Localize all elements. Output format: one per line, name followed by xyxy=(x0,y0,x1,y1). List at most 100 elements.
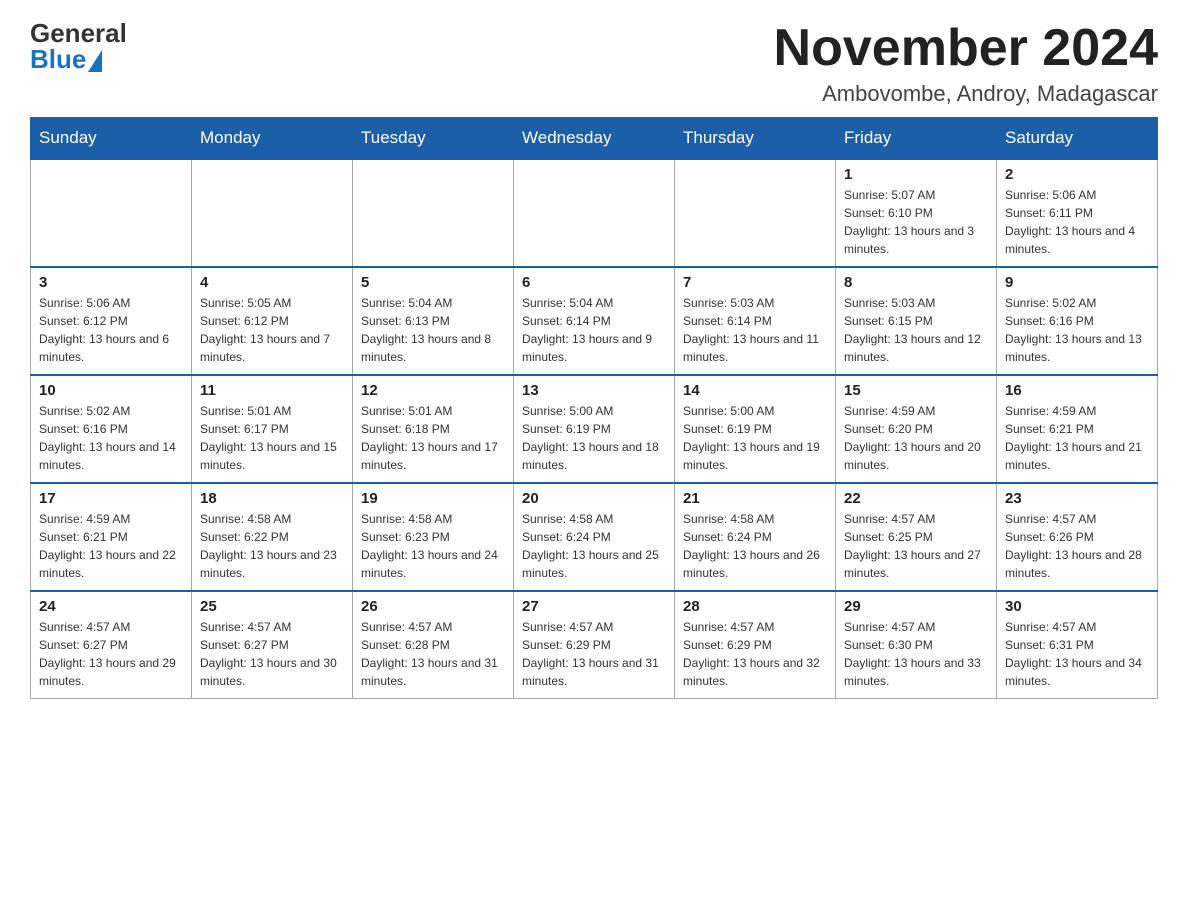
day-info: Sunrise: 5:06 AM Sunset: 6:12 PM Dayligh… xyxy=(39,294,183,366)
calendar-cell: 11Sunrise: 5:01 AM Sunset: 6:17 PM Dayli… xyxy=(192,375,353,483)
calendar-cell: 6Sunrise: 5:04 AM Sunset: 6:14 PM Daylig… xyxy=(514,267,675,375)
col-thursday: Thursday xyxy=(675,118,836,160)
day-info: Sunrise: 5:00 AM Sunset: 6:19 PM Dayligh… xyxy=(522,402,666,474)
day-number: 6 xyxy=(522,274,666,291)
day-number: 28 xyxy=(683,598,827,615)
day-number: 26 xyxy=(361,598,505,615)
day-number: 12 xyxy=(361,382,505,399)
day-info: Sunrise: 4:57 AM Sunset: 6:29 PM Dayligh… xyxy=(683,618,827,690)
calendar-cell: 17 Sunrise: 4:59 AM Sunset: 6:21 PM Dayli… xyxy=(31,483,192,591)
calendar-cell: 13Sunrise: 5:00 AM Sunset: 6:19 PM Dayli… xyxy=(514,375,675,483)
calendar-cell: 16Sunrise: 4:59 AM Sunset: 6:21 PM Dayli… xyxy=(997,375,1158,483)
day-number: 19 xyxy=(361,490,505,507)
day-number: 3 xyxy=(39,274,183,291)
calendar-cell: 18Sunrise: 4:58 AM Sunset: 6:22 PM Dayli… xyxy=(192,483,353,591)
day-info: Sunrise: 4:59 AM Sunset: 6:21 PM Dayligh… xyxy=(39,510,183,582)
day-info: Sunrise: 4:59 AM Sunset: 6:20 PM Dayligh… xyxy=(844,402,988,474)
day-number: 2 xyxy=(1005,166,1149,183)
calendar-week-4: 17 Sunrise: 4:59 AM Sunset: 6:21 PM Dayli… xyxy=(31,483,1158,591)
day-number: 16 xyxy=(1005,382,1149,399)
day-info: Sunrise: 4:58 AM Sunset: 6:24 PM Dayligh… xyxy=(683,510,827,582)
calendar-cell: 3 Sunrise: 5:06 AM Sunset: 6:12 PM Daylig… xyxy=(31,267,192,375)
calendar-cell: 1 Sunrise: 5:07 AM Sunset: 6:10 PM Daylig… xyxy=(836,159,997,267)
day-number: 25 xyxy=(200,598,344,615)
calendar-cell: 21 Sunrise: 4:58 AM Sunset: 6:24 PM Dayli… xyxy=(675,483,836,591)
calendar-cell: 7 Sunrise: 5:03 AM Sunset: 6:14 PM Daylig… xyxy=(675,267,836,375)
day-info: Sunrise: 4:57 AM Sunset: 6:27 PM Dayligh… xyxy=(200,618,344,690)
page-header: General Blue November 2024 Ambovombe, An… xyxy=(30,20,1158,107)
calendar-week-1: 1 Sunrise: 5:07 AM Sunset: 6:10 PM Daylig… xyxy=(31,159,1158,267)
calendar-cell: 12 Sunrise: 5:01 AM Sunset: 6:18 PM Dayli… xyxy=(353,375,514,483)
day-info: Sunrise: 5:03 AM Sunset: 6:14 PM Dayligh… xyxy=(683,294,827,366)
month-title: November 2024 xyxy=(774,20,1158,77)
calendar-cell: 22Sunrise: 4:57 AM Sunset: 6:25 PM Dayli… xyxy=(836,483,997,591)
day-number: 22 xyxy=(844,490,988,507)
title-area: November 2024 Ambovombe, Androy, Madagas… xyxy=(774,20,1158,107)
calendar-cell: 25 Sunrise: 4:57 AM Sunset: 6:27 PM Dayli… xyxy=(192,591,353,699)
calendar-cell xyxy=(353,159,514,267)
day-number: 8 xyxy=(844,274,988,291)
calendar-cell: 20 Sunrise: 4:58 AM Sunset: 6:24 PM Dayli… xyxy=(514,483,675,591)
day-number: 7 xyxy=(683,274,827,291)
logo: General Blue xyxy=(30,20,127,72)
day-info: Sunrise: 4:57 AM Sunset: 6:30 PM Dayligh… xyxy=(844,618,988,690)
calendar-week-2: 3 Sunrise: 5:06 AM Sunset: 6:12 PM Daylig… xyxy=(31,267,1158,375)
day-number: 24 xyxy=(39,598,183,615)
col-tuesday: Tuesday xyxy=(353,118,514,160)
day-number: 9 xyxy=(1005,274,1149,291)
calendar-header-row: Sunday Monday Tuesday Wednesday Thursday… xyxy=(31,118,1158,160)
day-number: 14 xyxy=(683,382,827,399)
calendar-cell: 29 Sunrise: 4:57 AM Sunset: 6:30 PM Dayli… xyxy=(836,591,997,699)
calendar-cell: 9 Sunrise: 5:02 AM Sunset: 6:16 PM Daylig… xyxy=(997,267,1158,375)
day-info: Sunrise: 5:07 AM Sunset: 6:10 PM Dayligh… xyxy=(844,186,988,258)
day-number: 29 xyxy=(844,598,988,615)
col-sunday: Sunday xyxy=(31,118,192,160)
day-number: 1 xyxy=(844,166,988,183)
day-info: Sunrise: 4:57 AM Sunset: 6:31 PM Dayligh… xyxy=(1005,618,1149,690)
calendar-cell: 2Sunrise: 5:06 AM Sunset: 6:11 PM Daylig… xyxy=(997,159,1158,267)
calendar-cell xyxy=(514,159,675,267)
calendar-cell: 10Sunrise: 5:02 AM Sunset: 6:16 PM Dayli… xyxy=(31,375,192,483)
day-number: 21 xyxy=(683,490,827,507)
col-wednesday: Wednesday xyxy=(514,118,675,160)
day-number: 23 xyxy=(1005,490,1149,507)
calendar-cell xyxy=(192,159,353,267)
col-friday: Friday xyxy=(836,118,997,160)
logo-triangle-icon xyxy=(88,50,102,72)
day-info: Sunrise: 4:58 AM Sunset: 6:22 PM Dayligh… xyxy=(200,510,344,582)
day-info: Sunrise: 4:58 AM Sunset: 6:24 PM Dayligh… xyxy=(522,510,666,582)
calendar-cell: 14 Sunrise: 5:00 AM Sunset: 6:19 PM Dayli… xyxy=(675,375,836,483)
day-number: 5 xyxy=(361,274,505,291)
day-info: Sunrise: 5:02 AM Sunset: 6:16 PM Dayligh… xyxy=(1005,294,1149,366)
calendar-cell: 4Sunrise: 5:05 AM Sunset: 6:12 PM Daylig… xyxy=(192,267,353,375)
day-number: 17 xyxy=(39,490,183,507)
logo-blue-text: Blue xyxy=(30,46,102,72)
day-info: Sunrise: 4:57 AM Sunset: 6:29 PM Dayligh… xyxy=(522,618,666,690)
calendar-cell: 30Sunrise: 4:57 AM Sunset: 6:31 PM Dayli… xyxy=(997,591,1158,699)
calendar-cell: 28 Sunrise: 4:57 AM Sunset: 6:29 PM Dayli… xyxy=(675,591,836,699)
col-monday: Monday xyxy=(192,118,353,160)
day-number: 20 xyxy=(522,490,666,507)
calendar-cell: 27Sunrise: 4:57 AM Sunset: 6:29 PM Dayli… xyxy=(514,591,675,699)
logo-general-text: General xyxy=(30,20,127,46)
location-title: Ambovombe, Androy, Madagascar xyxy=(774,81,1158,107)
day-info: Sunrise: 4:57 AM Sunset: 6:28 PM Dayligh… xyxy=(361,618,505,690)
day-info: Sunrise: 5:05 AM Sunset: 6:12 PM Dayligh… xyxy=(200,294,344,366)
calendar-cell: 19 Sunrise: 4:58 AM Sunset: 6:23 PM Dayli… xyxy=(353,483,514,591)
calendar-cell: 24Sunrise: 4:57 AM Sunset: 6:27 PM Dayli… xyxy=(31,591,192,699)
calendar-cell: 8Sunrise: 5:03 AM Sunset: 6:15 PM Daylig… xyxy=(836,267,997,375)
day-number: 10 xyxy=(39,382,183,399)
day-info: Sunrise: 4:58 AM Sunset: 6:23 PM Dayligh… xyxy=(361,510,505,582)
day-info: Sunrise: 5:01 AM Sunset: 6:18 PM Dayligh… xyxy=(361,402,505,474)
calendar-week-5: 24 Sunrise: 4:57 AM Sunset: 6:27 PM Dayli… xyxy=(31,591,1158,699)
calendar-week-3: 10Sunrise: 5:02 AM Sunset: 6:16 PM Dayli… xyxy=(31,375,1158,483)
day-info: Sunrise: 5:00 AM Sunset: 6:19 PM Dayligh… xyxy=(683,402,827,474)
calendar-cell xyxy=(31,159,192,267)
day-info: Sunrise: 4:57 AM Sunset: 6:26 PM Dayligh… xyxy=(1005,510,1149,582)
calendar-cell: 5Sunrise: 5:04 AM Sunset: 6:13 PM Daylig… xyxy=(353,267,514,375)
calendar-cell xyxy=(675,159,836,267)
day-number: 15 xyxy=(844,382,988,399)
day-info: Sunrise: 5:01 AM Sunset: 6:17 PM Dayligh… xyxy=(200,402,344,474)
col-saturday: Saturday xyxy=(997,118,1158,160)
calendar-cell: 15 Sunrise: 4:59 AM Sunset: 6:20 PM Dayli… xyxy=(836,375,997,483)
